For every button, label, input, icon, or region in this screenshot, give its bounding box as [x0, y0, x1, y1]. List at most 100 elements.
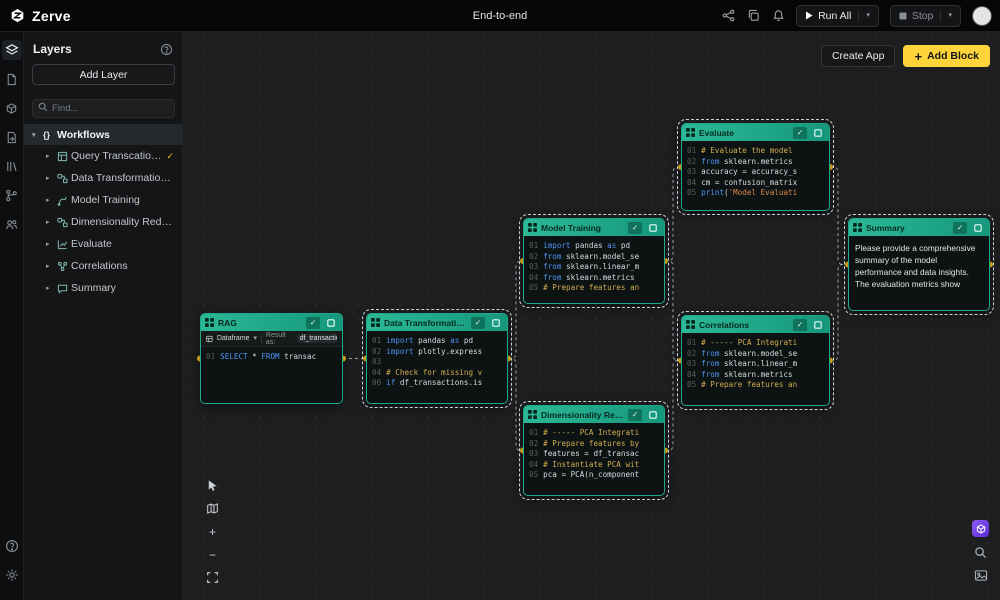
- block-expand-button[interactable]: [971, 222, 985, 234]
- block-expand-button[interactable]: [489, 317, 503, 329]
- user-avatar[interactable]: [972, 6, 992, 26]
- chevron-right-icon[interactable]: ▸: [46, 284, 57, 292]
- rail-requirements-button[interactable]: [2, 98, 22, 118]
- tree-item-query-transcation[interactable]: ▸Query Transcation...✓: [24, 145, 182, 167]
- block-run-check-button[interactable]: ✓: [306, 317, 320, 329]
- file-icon: [5, 73, 18, 86]
- block-run-check-button[interactable]: ✓: [471, 317, 485, 329]
- block-header[interactable]: Evaluate ✓: [682, 124, 829, 141]
- canvas-block-evaluate[interactable]: Evaluate ✓ 01# Evaluate the model02from sk…: [681, 123, 830, 211]
- canvas-block-summary[interactable]: Summary✓Please provide a comprehensive s…: [848, 218, 990, 311]
- notifications-bell-icon[interactable]: [771, 9, 785, 23]
- block-header[interactable]: Dimensionality Redu...✓: [524, 406, 664, 423]
- code-text: cm = confusion_matrix: [701, 178, 797, 187]
- block-run-check-button[interactable]: ✓: [628, 222, 642, 234]
- result-variable[interactable]: df_transactio: [297, 334, 337, 343]
- chevron-down-icon[interactable]: ▾: [866, 12, 870, 19]
- block-type-icon: [853, 223, 862, 232]
- rail-help-button[interactable]: [2, 536, 22, 556]
- run-all-label: Run All: [818, 10, 851, 22]
- block-header[interactable]: Model Training ✓: [524, 219, 664, 236]
- rail-library-button[interactable]: [2, 156, 22, 176]
- canvas-block-rag[interactable]: RAG✓Dataframe▾Result as:df_transactio01S…: [200, 313, 343, 404]
- help-circle-icon[interactable]: [160, 43, 173, 56]
- select-cursor-button[interactable]: [205, 478, 220, 493]
- duplicate-icon[interactable]: [746, 9, 760, 23]
- code-editor[interactable]: 01import pandas as pd02from sklearn.mode…: [524, 236, 664, 299]
- code-editor[interactable]: 01import pandas as pd02import plotly.exp…: [367, 331, 507, 394]
- block-run-check-button[interactable]: ✓: [793, 319, 807, 331]
- block-expand-button[interactable]: [646, 222, 660, 234]
- block-title: Evaluate: [699, 128, 789, 138]
- add-block-label: Add Block: [927, 50, 979, 62]
- gear-icon: [5, 568, 19, 582]
- create-app-button[interactable]: Create App: [821, 45, 896, 67]
- share-icon[interactable]: [721, 9, 735, 23]
- add-layer-button[interactable]: Add Layer: [32, 64, 175, 85]
- zoom-out-button[interactable]: −: [205, 547, 220, 562]
- chevron-right-icon[interactable]: ▸: [46, 262, 57, 270]
- dataframe-icon: [206, 335, 213, 343]
- fit-view-button[interactable]: [205, 570, 220, 585]
- canvas-block-data-transformation[interactable]: Data Transformation...✓01import pandas a…: [366, 313, 508, 404]
- tree-item-data-transformation-a[interactable]: ▸ Data Transformation a...: [24, 167, 182, 189]
- code-editor[interactable]: 01# Evaluate the model02from sklearn.met…: [682, 141, 829, 204]
- top-bar: Zerve End-to-end Run All ▾: [0, 0, 1000, 32]
- block-header[interactable]: Data Transformation...✓: [367, 314, 507, 331]
- layer-type-icon: [57, 261, 71, 272]
- rail-git-branch-button[interactable]: [2, 185, 22, 205]
- zerve-logo[interactable]: Zerve: [0, 8, 71, 24]
- block-run-check-button[interactable]: ✓: [793, 127, 807, 139]
- block-expand-button[interactable]: [646, 409, 660, 421]
- zoom-in-button[interactable]: +: [205, 524, 220, 539]
- block-expand-button[interactable]: [811, 319, 825, 331]
- tree-item-correlations[interactable]: ▸Correlations: [24, 255, 182, 277]
- rail-files-button[interactable]: [2, 69, 22, 89]
- stop-button[interactable]: Stop ▾: [890, 5, 961, 27]
- workflow-canvas[interactable]: RAG✓Dataframe▾Result as:df_transactio01S…: [183, 32, 1000, 600]
- rail-settings-button[interactable]: [2, 565, 22, 585]
- block-header[interactable]: Correlations✓: [682, 316, 829, 333]
- rail-layers-button[interactable]: [2, 40, 22, 60]
- chevron-right-icon[interactable]: ▸: [46, 174, 57, 182]
- tree-item-summary[interactable]: ▸Summary: [24, 277, 182, 299]
- add-block-button[interactable]: + Add Block: [903, 45, 990, 67]
- chevron-right-icon[interactable]: ▸: [46, 240, 57, 248]
- rail-exports-button[interactable]: [2, 127, 22, 147]
- dataframe-dropdown[interactable]: Dataframe: [217, 335, 250, 342]
- tree-item-model-training[interactable]: ▸Model Training: [24, 189, 182, 211]
- layer-type-icon: [57, 283, 71, 294]
- assistant-button[interactable]: [972, 520, 989, 537]
- line-number: 04: [372, 368, 381, 377]
- chevron-right-icon[interactable]: ▸: [46, 152, 57, 160]
- tree-item-evaluate[interactable]: ▸Evaluate: [24, 233, 182, 255]
- rail-community-button[interactable]: [2, 214, 22, 234]
- chevron-down-icon[interactable]: ▾: [948, 12, 952, 19]
- tree-item-dimensionality-reduct[interactable]: ▸Dimensionality Reduct...: [24, 211, 182, 233]
- block-expand-button[interactable]: [324, 317, 338, 329]
- block-run-check-button[interactable]: ✓: [953, 222, 967, 234]
- block-run-check-button[interactable]: ✓: [628, 409, 642, 421]
- canvas-search-button[interactable]: [973, 544, 989, 560]
- code-editor[interactable]: 01# ----- PCA Integrati02# Prepare featu…: [524, 423, 664, 486]
- tree-item-workflows[interactable]: ▾ {} Workflows: [24, 124, 182, 145]
- prompt-text[interactable]: Please provide a comprehensive summary o…: [849, 236, 989, 296]
- run-all-button[interactable]: Run All ▾: [796, 5, 879, 27]
- find-input[interactable]: [32, 99, 175, 118]
- chevron-down-icon[interactable]: ▾: [32, 131, 43, 139]
- block-title: Model Training: [541, 223, 624, 233]
- chevron-down-icon[interactable]: ▾: [254, 335, 258, 342]
- screenshot-button[interactable]: [973, 567, 989, 583]
- block-header[interactable]: RAG✓: [201, 314, 342, 331]
- minimap-button[interactable]: [205, 501, 220, 516]
- canvas-block-dimensionality-reduction[interactable]: Dimensionality Redu...✓01# ----- PCA Int…: [523, 405, 665, 496]
- code-editor[interactable]: 01SELECT * FROM transac: [201, 347, 342, 368]
- canvas-block-correlations[interactable]: Correlations✓01# ----- PCA Integrati02fr…: [681, 315, 830, 406]
- chevron-right-icon[interactable]: ▸: [46, 196, 57, 204]
- code-editor[interactable]: 01# ----- PCA Integrati02from sklearn.mo…: [682, 333, 829, 396]
- layer-item-label: Data Transformation a...: [71, 172, 174, 184]
- chevron-right-icon[interactable]: ▸: [46, 218, 57, 226]
- canvas-block-model-training[interactable]: Model Training ✓ 01import pandas as pd02fr…: [523, 218, 665, 304]
- block-expand-button[interactable]: [811, 127, 825, 139]
- block-header[interactable]: Summary✓: [849, 219, 989, 236]
